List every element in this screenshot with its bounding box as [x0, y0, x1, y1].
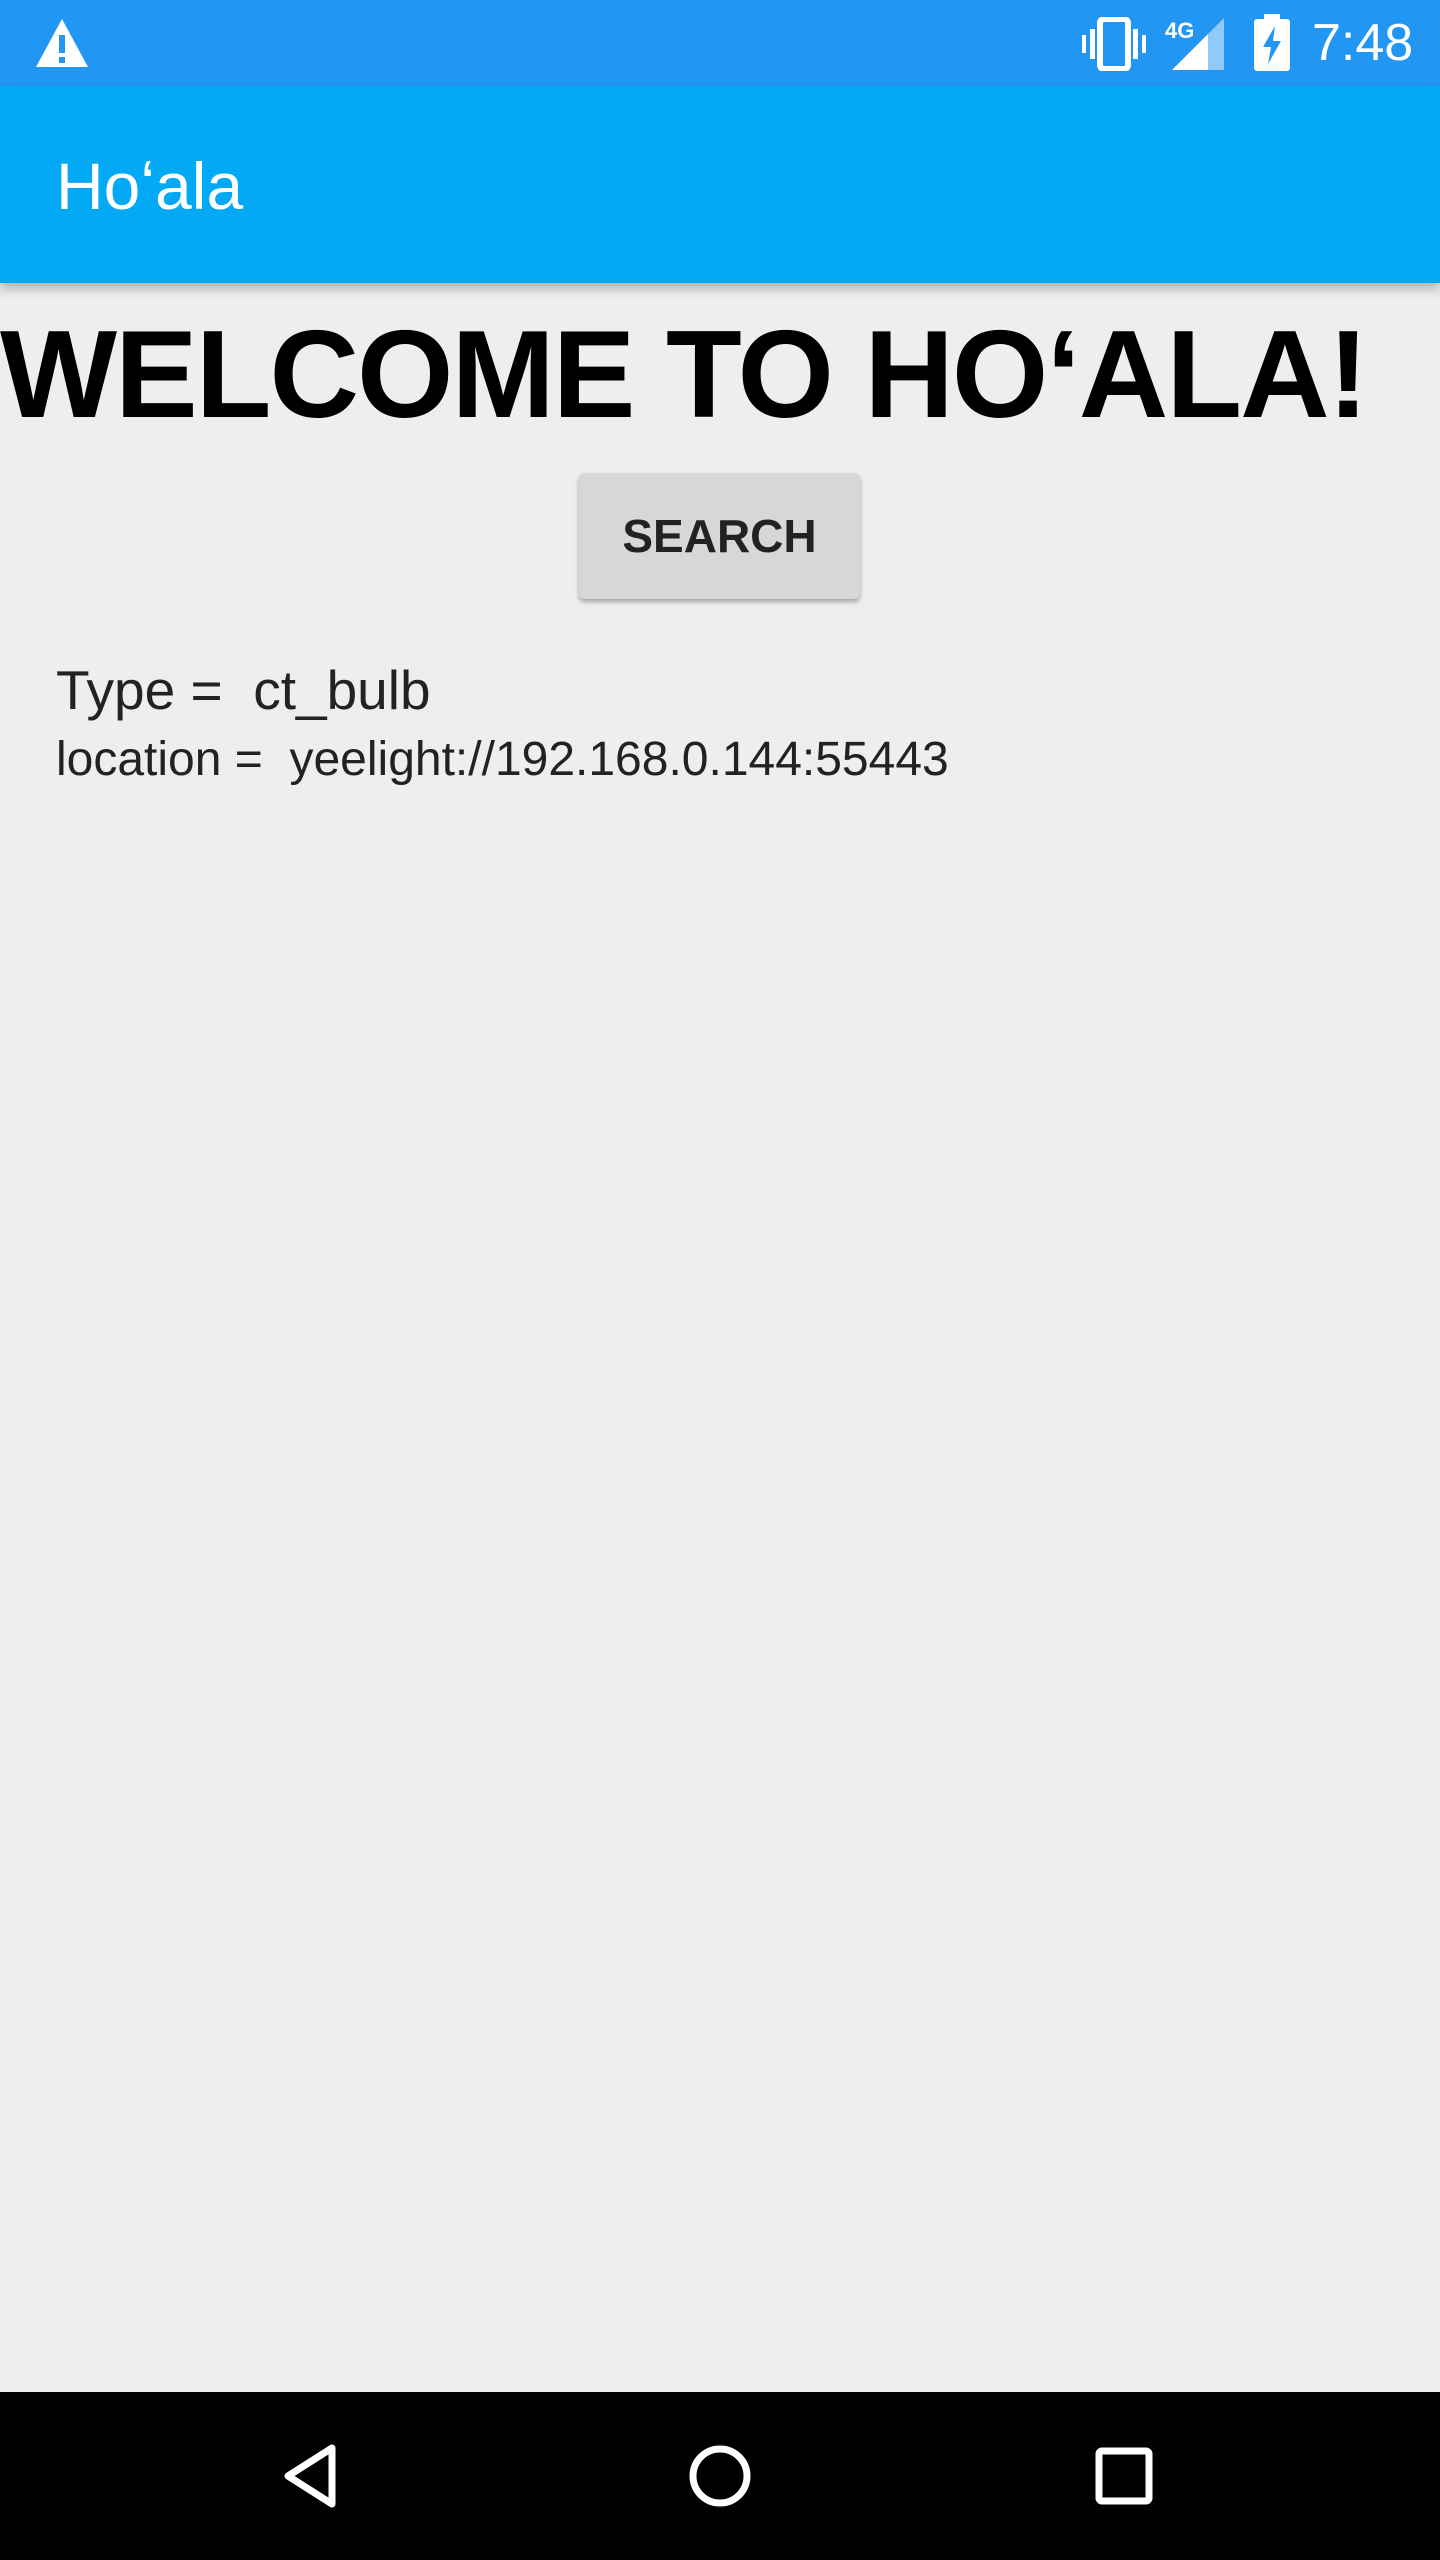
status-bar: 4G 7:48 — [0, 0, 1440, 86]
welcome-heading: WELCOME TO HOʻALA! — [0, 306, 1369, 444]
home-icon[interactable] — [670, 2426, 770, 2526]
navigation-bar — [0, 2392, 1440, 2560]
battery-charging-icon — [1254, 14, 1290, 71]
signal-icon — [1172, 18, 1224, 70]
back-icon[interactable] — [266, 2426, 366, 2526]
device-location-text: location = yeelight://192.168.0.144:5544… — [56, 733, 949, 786]
clock: 7:48 — [1312, 14, 1414, 72]
warning-icon — [36, 19, 88, 67]
vibrate-icon — [1082, 17, 1146, 71]
app-bar: Hoʻala — [0, 86, 1440, 283]
device-type-text: Type = ct_bulb — [56, 659, 431, 721]
search-button[interactable]: SEARCH — [579, 473, 860, 599]
app-title: Hoʻala — [56, 149, 244, 223]
recents-icon[interactable] — [1074, 2426, 1174, 2526]
